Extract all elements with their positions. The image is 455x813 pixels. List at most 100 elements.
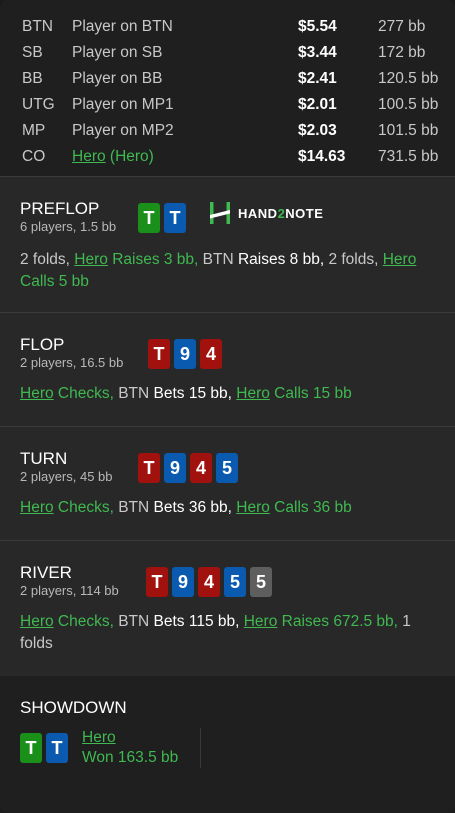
card-5-diamonds: 5 — [224, 567, 246, 597]
player-stack-bb: 731.5 bb — [378, 148, 439, 165]
player-row: BB Player on BB $2.41 120.5 bb — [0, 66, 455, 92]
street-actions: Hero Checks, BTN Bets 15 bb, Hero Calls … — [20, 383, 435, 405]
player-row-hero: CO Hero (Hero) $14.63 731.5 bb — [0, 144, 455, 170]
showdown-row: TT Hero Won 163.5 bb — [20, 728, 435, 768]
action-text: Calls 5 bb — [20, 273, 89, 290]
player-row: BTN Player on BTN $5.54 277 bb — [0, 14, 455, 40]
street-title-block: PREFLOP 6 players, 1.5 bb — [20, 199, 138, 235]
player-stack-bb: 277 bb — [378, 18, 426, 35]
player-stack: $2.01 — [298, 96, 337, 113]
hand2note-logo: HAND2NOTE — [208, 201, 323, 225]
card-9-diamonds: 9 — [172, 567, 194, 597]
street-subtitle: 2 players, 45 bb — [20, 469, 113, 484]
street-title: RIVER — [20, 563, 72, 582]
street-preflop: PREFLOP 6 players, 1.5 bb TT HAND2NOTE 2… — [0, 176, 455, 312]
player-row: MP Player on MP2 $2.03 101.5 bb — [0, 118, 455, 144]
action-text: BTN — [118, 499, 154, 516]
action-text: Bets 15 bb, — [153, 385, 237, 402]
hero-link[interactable]: Hero — [20, 385, 54, 402]
player-position: SB — [22, 44, 43, 61]
board-cards: T94 — [148, 339, 222, 369]
player-stack: $2.03 — [298, 122, 337, 139]
street-turn: TURN 2 players, 45 bb T945 Hero Checks, … — [0, 426, 455, 540]
action-text: BTN — [202, 251, 238, 268]
hand-history-panel: BTN Player on BTN $5.54 277 bb SB Player… — [0, 0, 455, 813]
action-text: Bets 36 bb, — [153, 499, 237, 516]
card-t-diamonds: T — [46, 733, 68, 763]
hero-player-link[interactable]: Hero — [72, 148, 106, 165]
hero-link[interactable]: Hero — [383, 251, 417, 268]
street-actions: Hero Checks, BTN Bets 115 bb, Hero Raise… — [20, 611, 435, 655]
street-actions: 2 folds, Hero Raises 3 bb, BTN Raises 8 … — [20, 249, 435, 293]
hero-link[interactable]: Hero — [244, 613, 278, 630]
card-t-hearts: T — [138, 453, 160, 483]
action-text: BTN — [118, 385, 154, 402]
action-text: Calls 36 bb — [269, 499, 352, 516]
street-actions: Hero Checks, BTN Bets 36 bb, Hero Calls … — [20, 497, 435, 519]
hero-link[interactable]: Hero — [236, 499, 270, 516]
action-text: Raises 8 bb, — [237, 251, 329, 268]
card-9-diamonds: 9 — [164, 453, 186, 483]
showdown-section: SHOWDOWN TT Hero Won 163.5 bb — [0, 676, 455, 791]
player-name: Player on MP1 — [72, 96, 174, 113]
hand2note-logo-icon — [210, 202, 230, 224]
street-flop: FLOP 2 players, 16.5 bb T94 Hero Checks,… — [0, 312, 455, 426]
player-position: UTG — [22, 96, 55, 113]
board-cards: T9455 — [146, 567, 272, 597]
card-4-hearts: 4 — [200, 339, 222, 369]
street-header: RIVER 2 players, 114 bb T9455 — [20, 563, 435, 599]
player-stack: $14.63 — [298, 148, 346, 165]
hero-hole-cards: TT — [138, 203, 186, 233]
player-position: CO — [22, 148, 46, 165]
street-title-block: TURN 2 players, 45 bb — [20, 449, 138, 485]
board-cards: T945 — [138, 453, 238, 483]
action-text: Calls 15 bb — [269, 385, 352, 402]
action-text: Checks, — [53, 385, 119, 402]
street-subtitle: 2 players, 114 bb — [20, 583, 119, 598]
card-t-diamonds: T — [164, 203, 186, 233]
action-text: Checks, — [53, 499, 119, 516]
player-stack-bb: 100.5 bb — [378, 96, 439, 113]
showdown-divider — [200, 728, 202, 768]
action-text: 2 folds, — [20, 251, 75, 268]
street-header: PREFLOP 6 players, 1.5 bb TT HAND2NOTE — [20, 199, 435, 235]
player-position: BTN — [22, 18, 53, 35]
showdown-cards: TT — [20, 733, 68, 763]
player-name: Player on MP2 — [72, 122, 174, 139]
showdown-won: Won 163.5 bb — [82, 749, 179, 766]
street-title-block: RIVER 2 players, 114 bb — [20, 563, 146, 599]
showdown-hero-link[interactable]: Hero — [82, 729, 116, 746]
card-t-hearts: T — [148, 339, 170, 369]
street-river: RIVER 2 players, 114 bb T9455 Hero Check… — [0, 540, 455, 676]
card-5-spades: 5 — [250, 567, 272, 597]
hero-link[interactable]: Hero — [74, 251, 108, 268]
action-text: 2 folds, — [328, 251, 383, 268]
action-text: Raises 3 bb, — [107, 251, 203, 268]
action-text: BTN — [118, 613, 154, 630]
card-t-clubs: T — [138, 203, 160, 233]
action-text: Raises 672.5 bb, — [277, 613, 403, 630]
street-title: FLOP — [20, 335, 65, 354]
player-name: Player on BB — [72, 70, 163, 87]
card-9-diamonds: 9 — [174, 339, 196, 369]
hero-link[interactable]: Hero — [236, 385, 270, 402]
player-stack: $3.44 — [298, 44, 337, 61]
hero-link[interactable]: Hero — [20, 613, 54, 630]
hero-link[interactable]: Hero — [20, 499, 54, 516]
showdown-title: SHOWDOWN — [20, 698, 127, 717]
action-text: Checks, — [53, 613, 119, 630]
hero-name-cell: Hero (Hero) — [72, 148, 298, 166]
player-stack-bb: 120.5 bb — [378, 70, 439, 87]
card-t-hearts: T — [146, 567, 168, 597]
player-name: Player on SB — [72, 44, 163, 61]
card-5-diamonds: 5 — [216, 453, 238, 483]
players-table: BTN Player on BTN $5.54 277 bb SB Player… — [0, 0, 455, 176]
action-text: Bets 115 bb, — [153, 613, 244, 630]
street-title: TURN — [20, 449, 68, 468]
showdown-result: Hero Won 163.5 bb — [82, 728, 178, 768]
card-t-clubs: T — [20, 733, 42, 763]
street-title-block: FLOP 2 players, 16.5 bb — [20, 335, 148, 371]
street-title: PREFLOP — [20, 199, 100, 218]
card-4-hearts: 4 — [190, 453, 212, 483]
street-subtitle: 6 players, 1.5 bb — [20, 219, 117, 234]
